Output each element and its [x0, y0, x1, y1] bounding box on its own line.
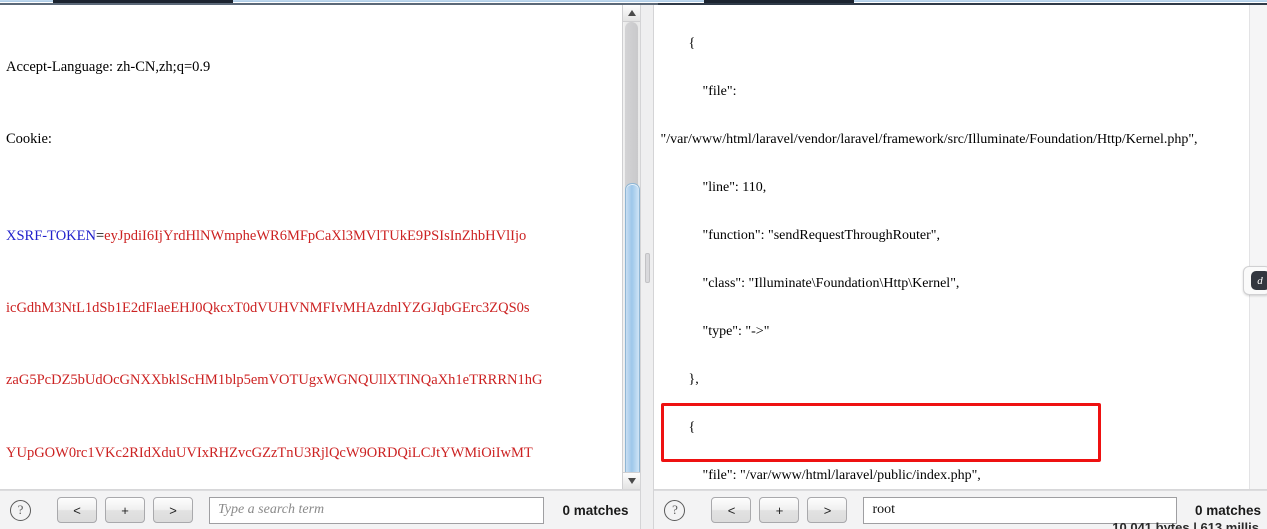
search-options-button[interactable]: +	[759, 497, 799, 523]
help-icon[interactable]: ?	[664, 500, 685, 521]
edge-button-badge-icon: d	[1251, 271, 1267, 290]
request-response-split: Accept-Language: zh-CN,zh;q=0.9 Cookie: …	[0, 5, 1267, 529]
request-vertical-scrollbar[interactable]	[622, 5, 640, 489]
search-prev-button[interactable]: <	[57, 497, 97, 523]
response-frame-0-class: "class": "Illuminate\Foundation\Http\Ker…	[660, 272, 1245, 296]
request-editor[interactable]: Accept-Language: zh-CN,zh;q=0.9 Cookie: …	[0, 5, 622, 489]
frame-0-function-value: sendRequestThroughRouter	[774, 228, 931, 243]
request-header-cookie: Cookie:	[6, 127, 618, 151]
frame-1-file-value: /var/www/html/laravel/public/index.php	[746, 468, 972, 483]
scroll-down-arrow-icon[interactable]	[623, 472, 640, 489]
search-options-button[interactable]: +	[105, 497, 145, 523]
response-match-count: 0 matches	[1185, 503, 1261, 518]
request-search-toolbar: ? < + > 0 matches	[0, 490, 640, 529]
request-header-accept-language: Accept-Language: zh-CN,zh;q=0.9	[6, 55, 618, 79]
scroll-up-arrow-icon[interactable]	[623, 5, 640, 22]
splitter-grip-icon[interactable]	[645, 253, 650, 283]
response-line-close-brace-1: },	[660, 368, 1245, 392]
response-search-toolbar: ? < + > 0 matches	[654, 490, 1267, 529]
panel-splitter[interactable]	[640, 5, 654, 529]
cookie-xsrf-token: XSRF-TOKEN=eyJpdiI6IjYrdHlNWmpheWR6MFpCa…	[6, 224, 618, 248]
response-frame-1-file: "file": "/var/www/html/laravel/public/in…	[660, 464, 1245, 488]
scroll-thumb[interactable]	[625, 183, 640, 485]
floating-edge-button[interactable]: d	[1243, 266, 1267, 295]
request-search-field[interactable]	[209, 497, 544, 524]
request-panel: Accept-Language: zh-CN,zh;q=0.9 Cookie: …	[0, 5, 640, 529]
search-input[interactable]	[870, 501, 1169, 519]
cookie-xsrf-token-value-1: eyJpdiI6IjYrdHlNWmpheWR6MFpCaXl3MVlTUkE9…	[104, 228, 526, 244]
response-search-field[interactable]	[863, 497, 1176, 524]
response-panel: { "file": "/var/www/html/laravel/vendor/…	[654, 5, 1267, 529]
cookie-xsrf-token-value-2: icGdhM3NtL1dSb1E2dFlaeEHJ0QkcxT0dVUHVNMF…	[6, 296, 618, 320]
cookie-xsrf-token-value-4: YUpGOW0rc1VKc2RIdXduUVIxRHZvcGZzTnU3RjlQ…	[6, 441, 618, 465]
frame-0-type-value: ->	[751, 324, 764, 339]
response-line-open-brace-2: {	[660, 416, 1245, 440]
request-editor-area: Accept-Language: zh-CN,zh;q=0.9 Cookie: …	[0, 5, 640, 490]
frame-0-file-value: /var/www/html/laravel/vendor/laravel/fra…	[666, 132, 1188, 147]
search-next-button[interactable]: >	[807, 497, 847, 523]
response-line-open-brace-1: {	[660, 32, 1245, 56]
response-frame-0-type: "type": "->"	[660, 320, 1245, 344]
search-next-button[interactable]: >	[153, 497, 193, 523]
response-line-file-key-1: "file":	[660, 80, 1245, 104]
frame-0-class-value: Illuminate\Foundation\Http\Kernel	[754, 276, 950, 291]
cookie-xsrf-token-name: XSRF-TOKEN	[6, 228, 96, 244]
cookie-xsrf-token-value-3: zaG5PcDZ5bUdOcGNXXbklScHM1blp5emVOTUgxWG…	[6, 368, 618, 392]
response-frame-0-line: "line": 110,	[660, 176, 1245, 200]
response-editor-area: { "file": "/var/www/html/laravel/vendor/…	[654, 5, 1267, 490]
search-input[interactable]	[216, 501, 537, 519]
response-viewer[interactable]: { "file": "/var/www/html/laravel/vendor/…	[654, 5, 1249, 489]
response-frame-0-file: "/var/www/html/laravel/vendor/laravel/fr…	[660, 128, 1245, 152]
frame-0-line-value: 110	[742, 180, 762, 195]
help-icon[interactable]: ?	[10, 500, 31, 521]
search-prev-button[interactable]: <	[711, 497, 751, 523]
request-match-count: 0 matches	[552, 503, 634, 518]
response-frame-0-function: "function": "sendRequestThroughRouter",	[660, 224, 1245, 248]
response-vertical-scrollbar[interactable]	[1249, 5, 1267, 489]
